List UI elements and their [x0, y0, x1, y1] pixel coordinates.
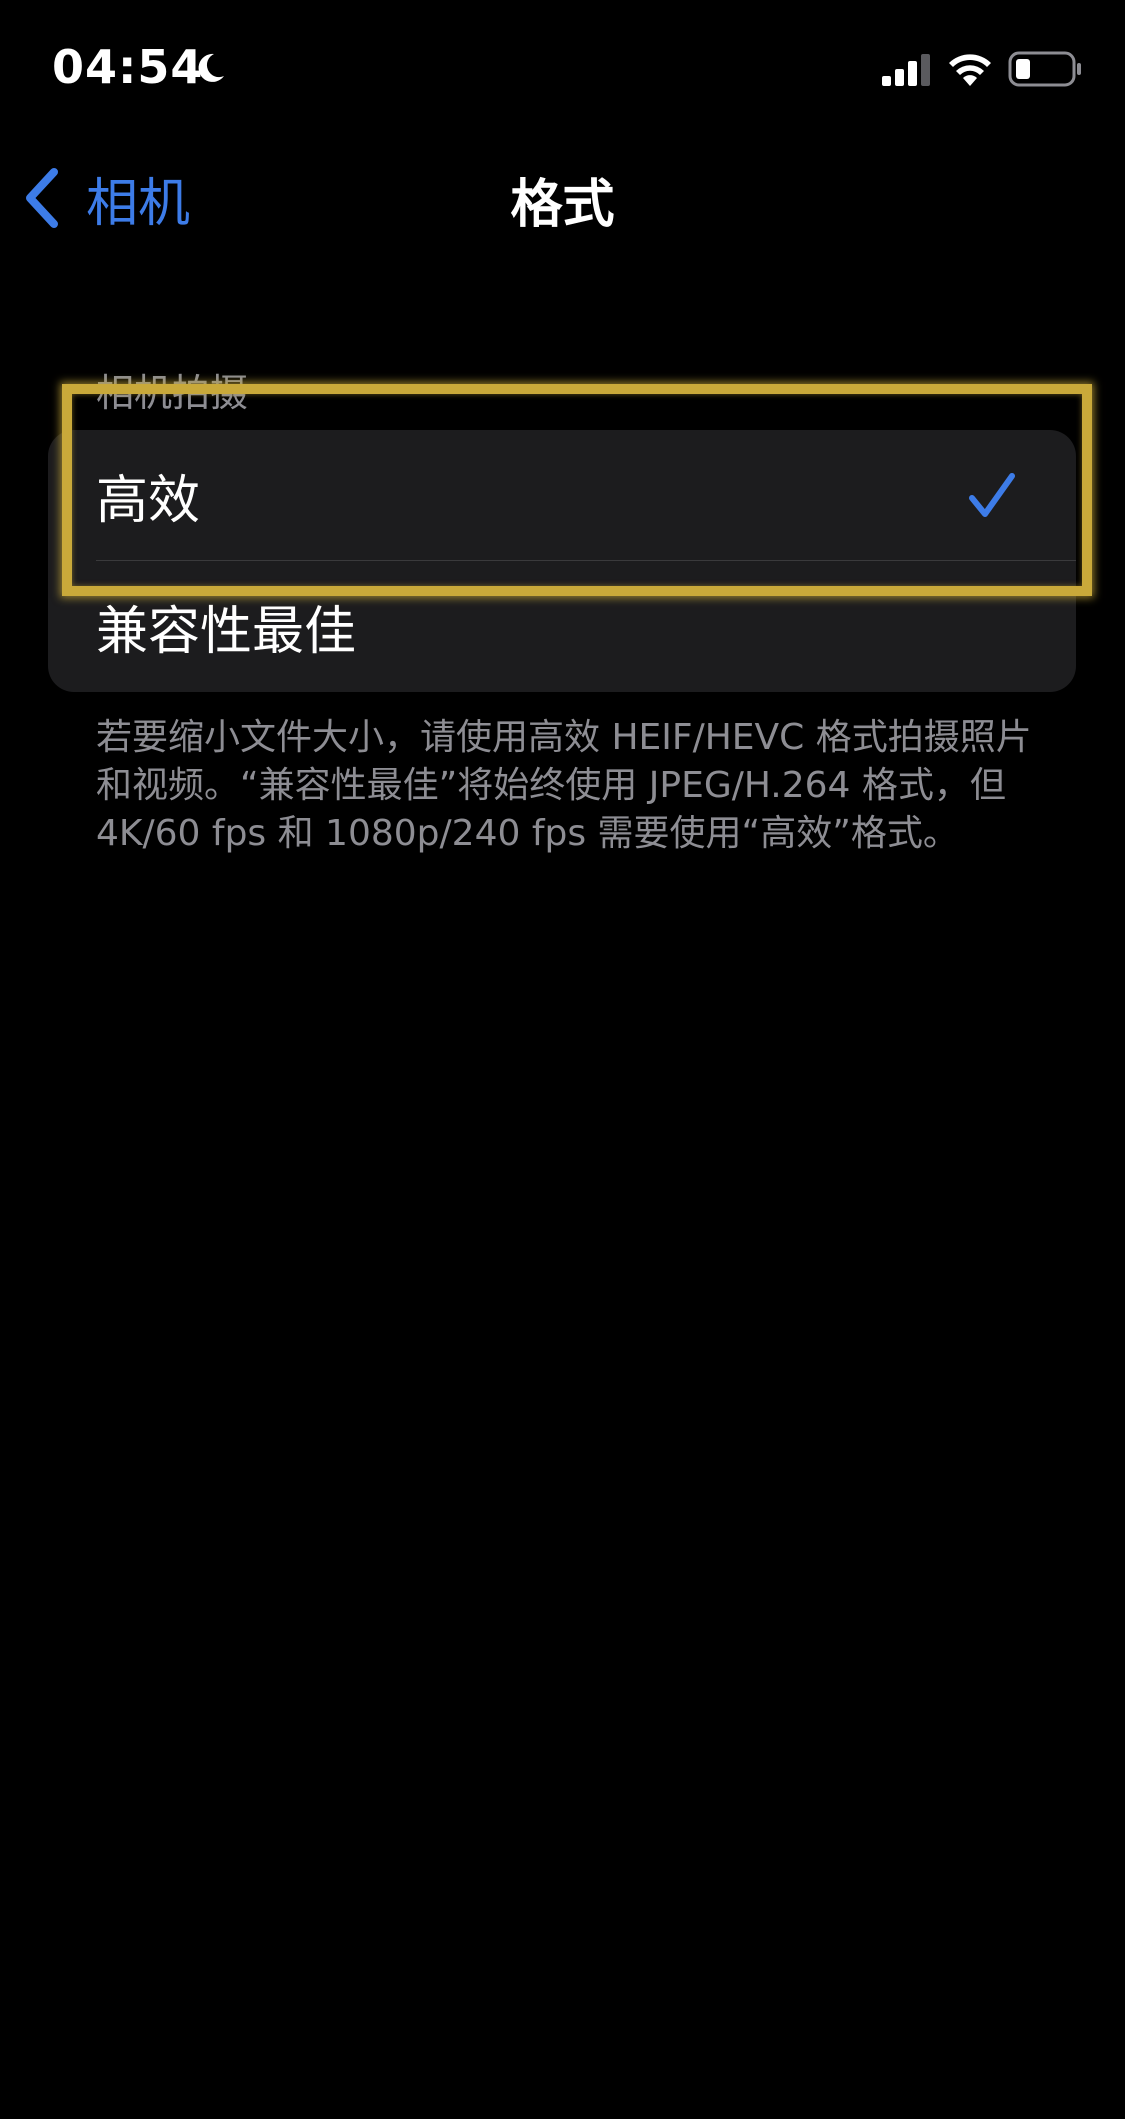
option-label: 兼容性最佳 [96, 602, 357, 662]
section-header: 相机拍摄 [96, 371, 249, 415]
battery-icon [1008, 51, 1081, 87]
option-high-efficiency[interactable]: 高效 [48, 430, 1076, 561]
format-options-group: 高效 兼容性最佳 [48, 430, 1076, 692]
section-footer: 若要缩小文件大小，请使用高效 HEIF/HEVC 格式拍摄照片和视频。“兼容性最… [96, 717, 1032, 854]
cellular-signal-icon [882, 54, 930, 86]
status-time: 04:54 [52, 40, 204, 94]
moon-icon [198, 53, 224, 82]
page-title: 格式 [510, 175, 615, 235]
status-bar: 04:54 [0, 0, 1125, 140]
wifi-icon [949, 54, 991, 86]
option-most-compatible[interactable]: 兼容性最佳 [48, 561, 1076, 692]
option-label: 高效 [96, 471, 201, 531]
checkmark-icon [969, 473, 1015, 517]
